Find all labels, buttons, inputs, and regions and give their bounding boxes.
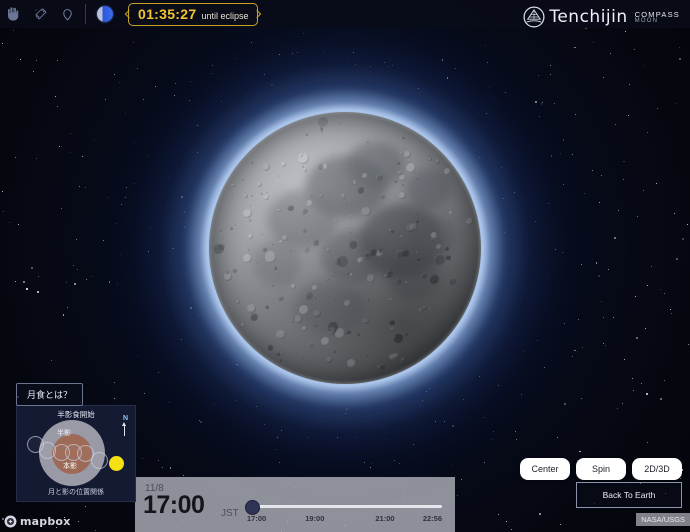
tenchijin-logo-icon xyxy=(523,6,545,28)
umbra-label: 本影 xyxy=(63,462,77,470)
brand-sub-compass: COMPASS xyxy=(634,9,680,19)
view-button-center[interactable]: Center xyxy=(520,458,570,480)
eclipse-phase-title: 半影食開始 xyxy=(57,410,95,419)
countdown-time: 01:35:27 xyxy=(138,5,197,22)
moon-eclipse-viewer: 01:35:27 until eclipse Tenchijin COMPASS… xyxy=(0,0,690,532)
what-is-eclipse-button[interactable]: 月食とは？ xyxy=(16,383,84,406)
timezone-label: JST xyxy=(221,508,239,519)
brand-sub-moon: MOON xyxy=(634,18,659,25)
current-time: 17:00 xyxy=(143,491,205,519)
moon-limb-shadow xyxy=(209,112,481,384)
time-slider[interactable]: 17:00 19:00 21:00 22:56 xyxy=(245,500,443,526)
brand-subtitle: COMPASS MOON xyxy=(635,11,680,25)
slider-handle[interactable] xyxy=(245,500,260,515)
time-control-panel: 11/8 17:00 JST 17:00 19:00 21:00 22:56 xyxy=(135,477,455,532)
slider-ticks xyxy=(247,505,443,513)
mapbox-logo-icon xyxy=(4,515,17,528)
eclipse-countdown-badge: 01:35:27 until eclipse xyxy=(128,2,259,26)
mapbox-label: mapbox xyxy=(20,515,71,528)
imagery-credit: NASA/USGS xyxy=(636,513,690,526)
view-control-buttons: Center Spin 2D/3D xyxy=(520,458,682,480)
view-button-2d-3d[interactable]: 2D/3D xyxy=(632,458,682,480)
moon-surface xyxy=(209,112,481,384)
back-to-earth-button[interactable]: Back To Earth xyxy=(576,482,682,508)
penumbra-label: 半影 xyxy=(57,429,71,437)
moon-phase-icon[interactable] xyxy=(92,1,118,27)
slider-tick-label: 22:56 xyxy=(422,514,442,523)
moon-phase-indicator xyxy=(97,6,113,22)
slider-tick-label: 17:00 xyxy=(247,514,267,523)
countdown-label: until eclipse xyxy=(201,10,249,21)
mapbox-attribution[interactable]: mapbox xyxy=(4,515,71,528)
current-moon-marker xyxy=(109,456,124,471)
view-button-spin[interactable]: Spin xyxy=(576,458,626,480)
toolbar-divider xyxy=(85,4,86,24)
slider-tick-labels: 17:00 19:00 21:00 22:56 xyxy=(247,514,442,524)
slider-tick-label: 21:00 xyxy=(375,514,395,523)
pan-hand-icon[interactable] xyxy=(0,1,27,27)
ruler-measure-icon[interactable] xyxy=(27,1,54,27)
brand-logo: Tenchijin COMPASS MOON xyxy=(523,6,680,28)
eclipse-diagram-caption: 月と影の位置関係 xyxy=(48,488,104,496)
slider-tick-label: 19:00 xyxy=(305,514,325,523)
eclipse-diagram-panel[interactable]: 半影食開始 半影 本影 N 月と影の位置関係 xyxy=(16,405,136,502)
north-label: N xyxy=(122,415,128,422)
moon-globe[interactable] xyxy=(209,112,481,384)
map-pin-icon[interactable] xyxy=(54,1,81,27)
moon-path-step xyxy=(91,452,108,469)
north-arrow-icon xyxy=(122,422,126,436)
brand-name: Tenchijin xyxy=(549,7,628,27)
